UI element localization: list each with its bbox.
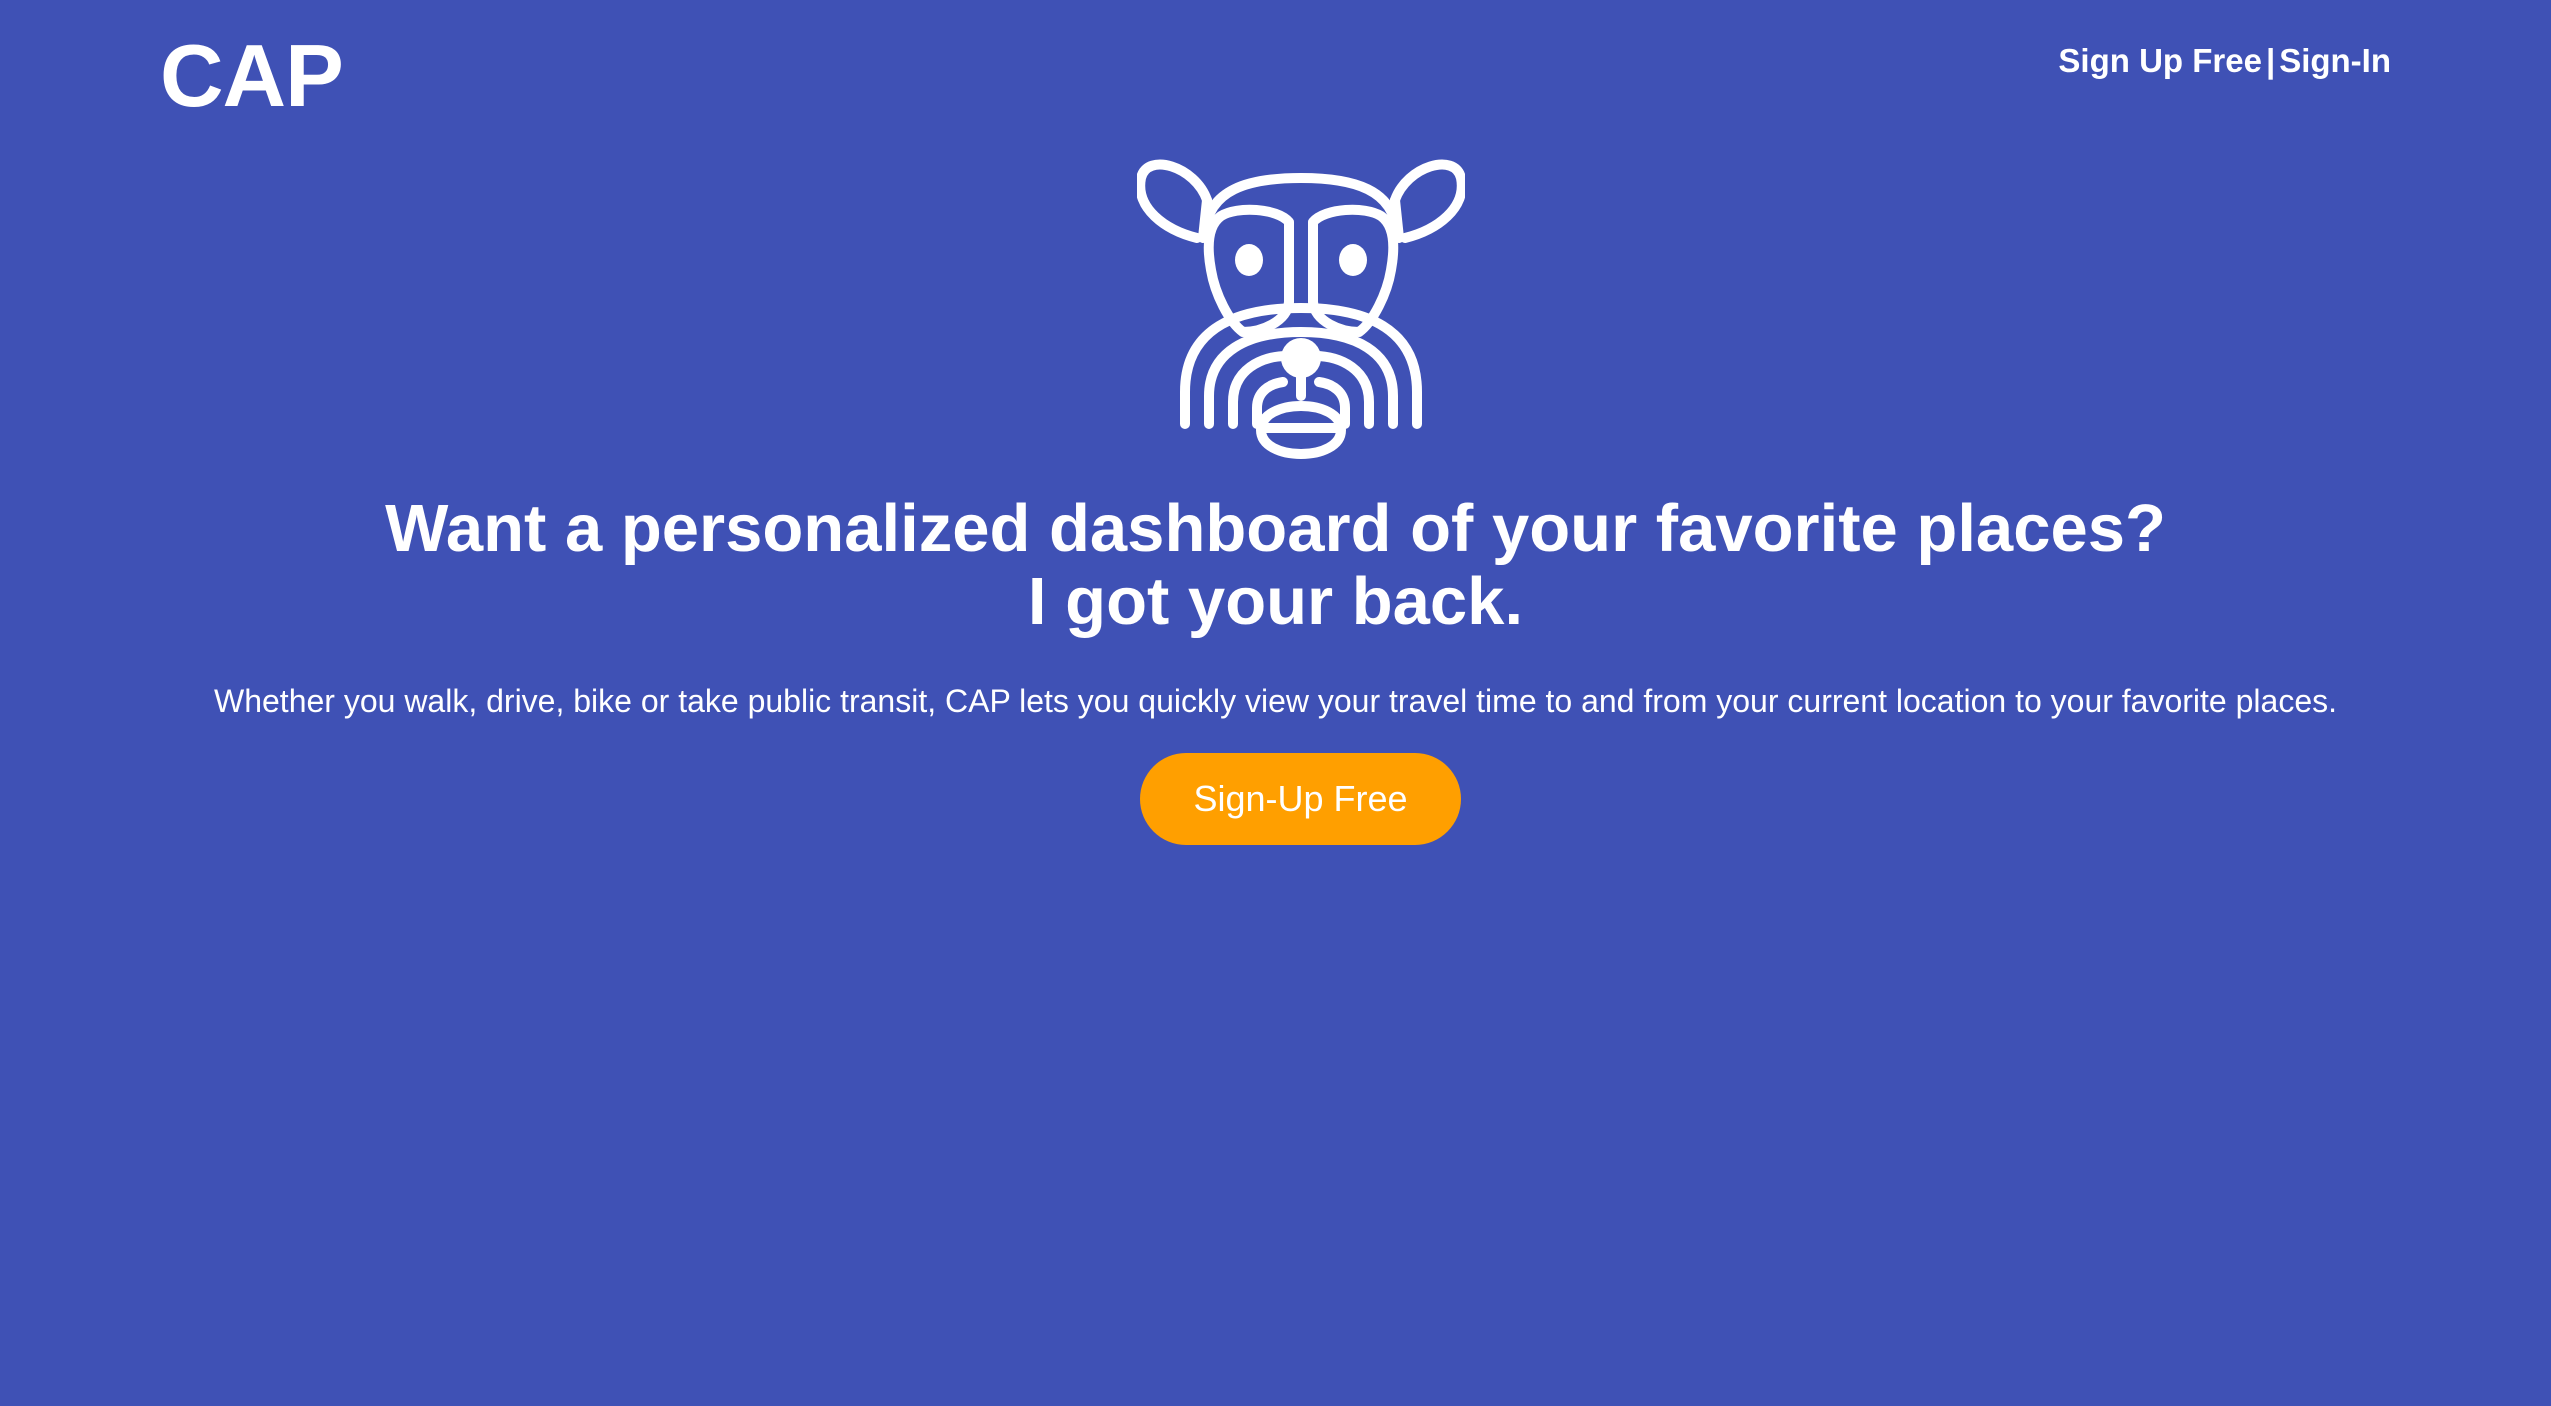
landing-page: CAP Sign Up Free | Sign-In Want a personal… — [0, 0, 2551, 1406]
hero-headline: Want a personalized dashboard of your fa… — [0, 492, 2551, 638]
logo[interactable]: CAP — [160, 32, 344, 120]
auth-separator: | — [2265, 42, 2276, 79]
sign-in-link[interactable]: Sign-In — [2279, 42, 2391, 79]
dog-face-icon — [1137, 159, 1465, 459]
headline-line-2: I got your back. — [1027, 564, 1524, 639]
sign-up-free-button[interactable]: Sign-Up Free — [1140, 753, 1461, 845]
hero-description: Whether you walk, drive, bike or take pu… — [214, 683, 2337, 719]
sign-up-link[interactable]: Sign Up Free — [2058, 42, 2262, 79]
auth-links: Sign Up Free | Sign-In — [2058, 44, 2391, 77]
headline-line-1: Want a personalized dashboard of your fa… — [385, 491, 2166, 566]
